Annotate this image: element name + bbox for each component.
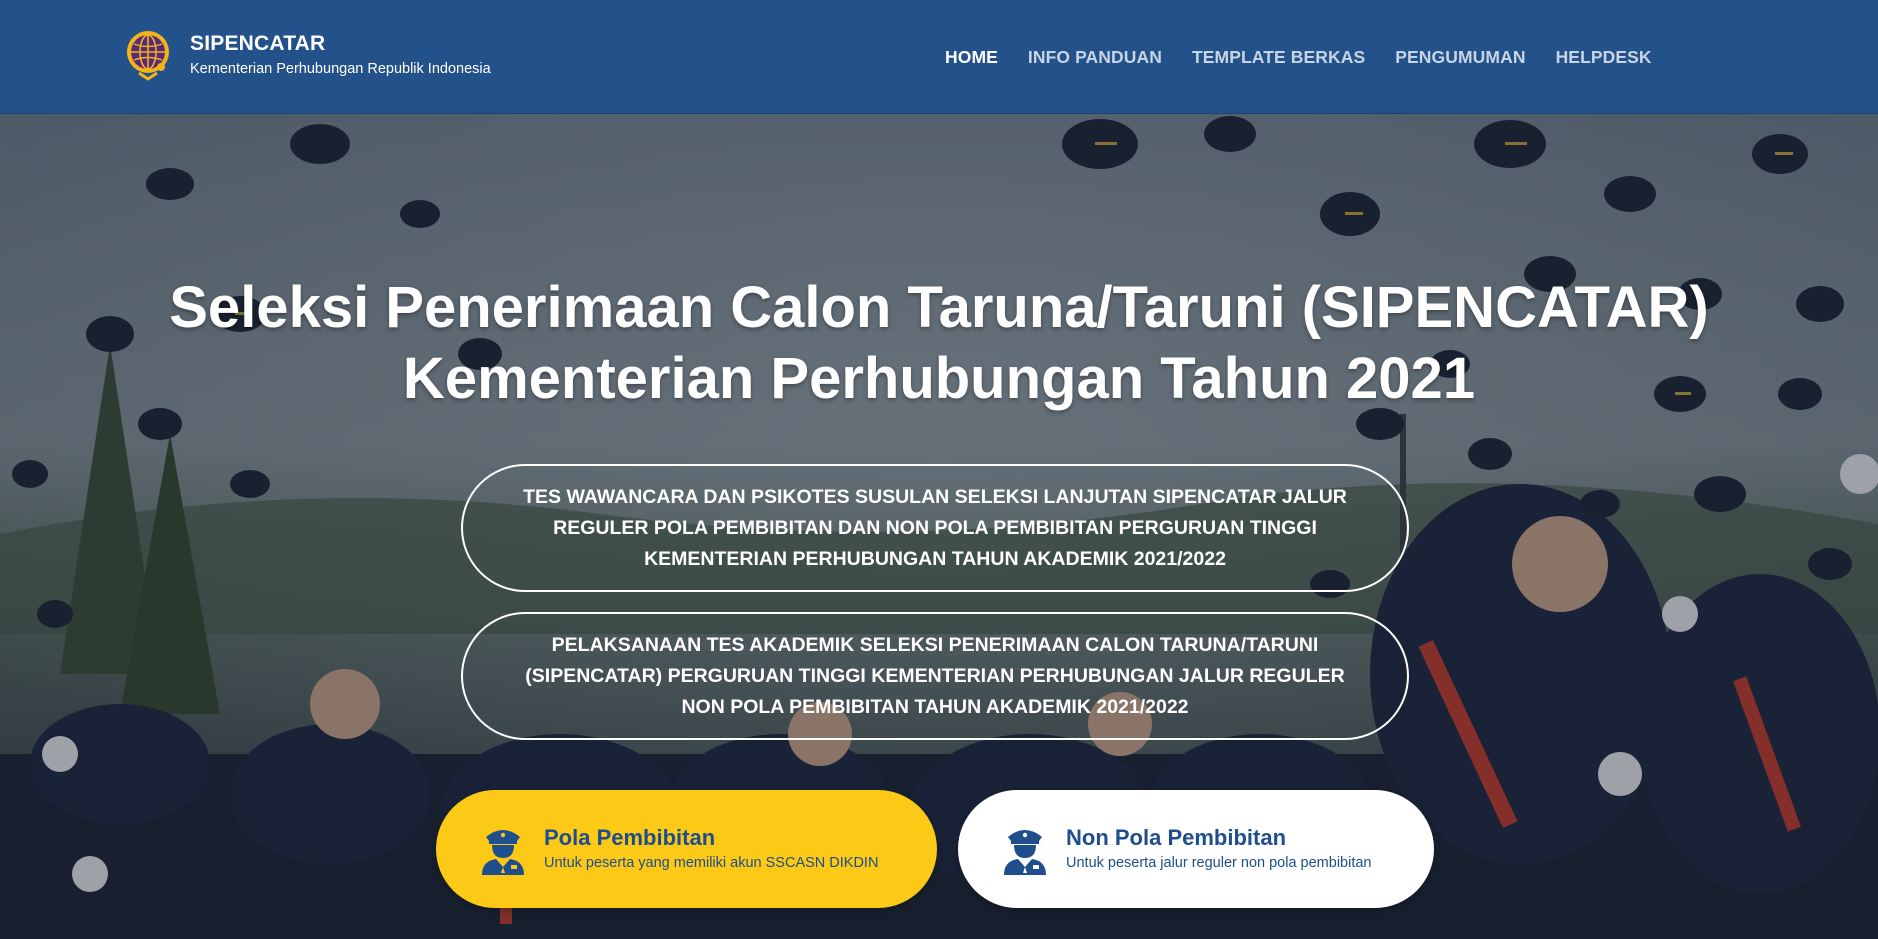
hero-section: Seleksi Penerimaan Calon Taruna/Taruni (…	[0, 114, 1878, 939]
hero-title-line-2: Kementerian Perhubungan Tahun 2021	[402, 346, 1476, 411]
pola-subtitle: Untuk peserta yang memiliki akun SSCASN …	[544, 855, 879, 871]
main-nav: HOME INFO PANDUAN TEMPLATE BERKAS PENGUM…	[945, 44, 1682, 70]
non-pola-subtitle: Untuk peserta jalur reguler non pola pem…	[1066, 855, 1372, 871]
kemenhub-logo-icon	[127, 31, 169, 81]
nav-helpdesk[interactable]: HELPDESK	[1556, 44, 1652, 70]
brand[interactable]: SIPENCATAR Kementerian Perhubungan Repub…	[125, 29, 491, 83]
nav-home[interactable]: HOME	[945, 44, 998, 70]
non-pola-title: Non Pola Pembibitan	[1066, 825, 1287, 850]
pola-title: Pola Pembibitan	[544, 825, 716, 850]
pola-pembibitan-button[interactable]: Pola Pembibitan Untuk peserta yang memil…	[436, 790, 937, 908]
nav-info-panduan[interactable]: INFO PANDUAN	[1028, 44, 1162, 70]
announcement-text: PELAKSANAAN TES AKADEMIK SELEKSI PENERIM…	[525, 633, 1345, 718]
nav-pengumuman[interactable]: PENGUMUMAN	[1395, 44, 1525, 70]
brand-title: SIPENCATAR	[190, 32, 326, 55]
announcement-academic-test[interactable]: PELAKSANAAN TES AKADEMIK SELEKSI PENERIM…	[461, 612, 1409, 740]
announcement-text: TES WAWANCARA DAN PSIKOTES SUSULAN SELEK…	[523, 485, 1347, 570]
officer-icon	[1004, 830, 1046, 875]
announcement-interview[interactable]: TES WAWANCARA DAN PSIKOTES SUSULAN SELEK…	[461, 464, 1409, 592]
brand-subtitle: Kementerian Perhubungan Republik Indones…	[190, 61, 491, 77]
top-navbar: SIPENCATAR Kementerian Perhubungan Repub…	[0, 0, 1878, 114]
non-pola-pembibitan-button[interactable]: Non Pola Pembibitan Untuk peserta jalur …	[958, 790, 1434, 908]
hero-title-line-1: Seleksi Penerimaan Calon Taruna/Taruni (…	[169, 275, 1709, 340]
hero-title: Seleksi Penerimaan Calon Taruna/Taruni (…	[0, 272, 1878, 414]
nav-template-berkas[interactable]: TEMPLATE BERKAS	[1192, 44, 1365, 70]
officer-icon	[482, 830, 524, 875]
